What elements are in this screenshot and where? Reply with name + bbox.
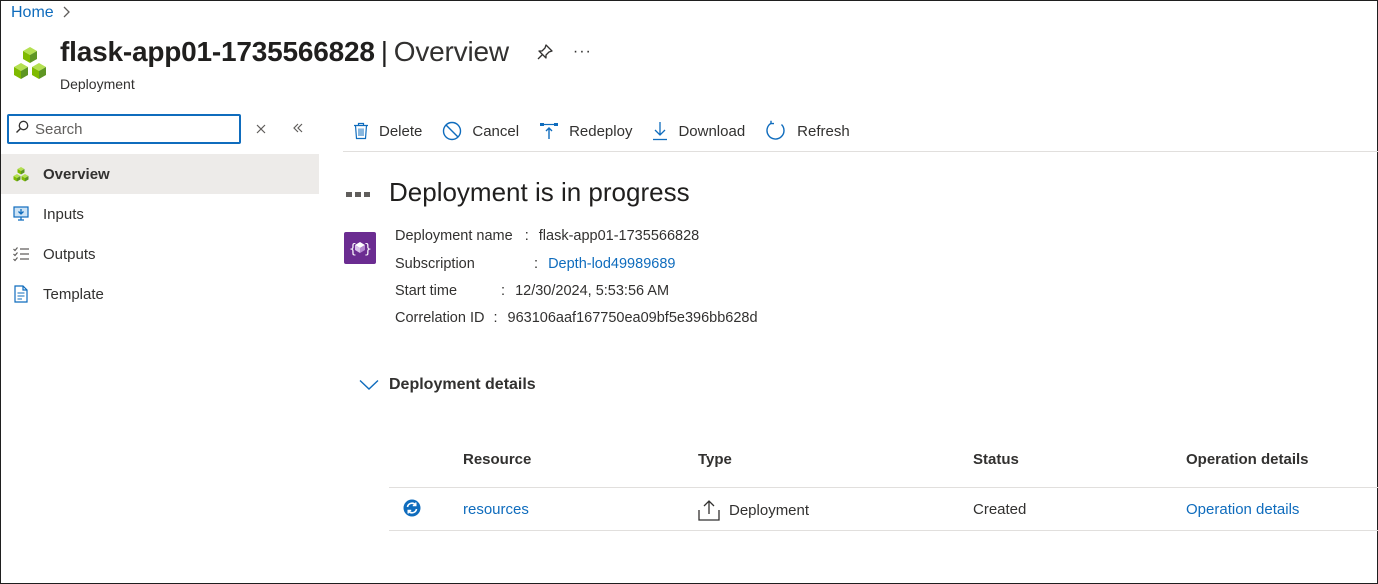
more-options-button[interactable]: ··· xyxy=(573,43,592,61)
title-separator: | xyxy=(380,36,388,67)
toolbar-divider xyxy=(343,151,1378,152)
deployment-name-value: flask-app01-1735566828 xyxy=(538,228,700,244)
column-header-status: Status xyxy=(973,451,1019,468)
page-title: flask-app01-1735566828 | Overview xyxy=(60,36,509,68)
cancel-icon xyxy=(443,121,462,141)
sidebar-nav: Overview Inputs Outputs Template xyxy=(1,154,319,314)
pin-icon[interactable] xyxy=(535,42,555,62)
download-icon xyxy=(653,122,668,141)
search-box xyxy=(7,114,241,144)
outputs-icon xyxy=(11,244,31,264)
info-colon: : xyxy=(493,310,498,326)
status-value: Created xyxy=(973,501,1027,518)
sidebar-item-label: Overview xyxy=(43,165,110,183)
inputs-icon xyxy=(11,204,31,224)
info-start-time-value: : 12/30/2024, 5:53:56 AM xyxy=(501,283,669,299)
table-header-divider xyxy=(389,487,1378,488)
in-progress-dots-icon xyxy=(346,192,370,197)
table-row-divider xyxy=(389,530,1378,531)
delete-label: Delete xyxy=(379,122,423,140)
sidebar-item-outputs[interactable]: Outputs xyxy=(1,234,319,274)
sidebar-item-inputs[interactable]: Inputs xyxy=(1,194,319,234)
sidebar-item-overview[interactable]: Overview xyxy=(1,154,319,194)
redeploy-button[interactable]: Redeploy xyxy=(529,115,642,147)
sidebar-item-label: Outputs xyxy=(43,245,96,263)
deployment-name-label: Deployment name xyxy=(395,228,513,244)
refresh-label: Refresh xyxy=(797,122,850,140)
cubes-icon xyxy=(11,164,31,184)
start-time-value: 12/30/2024, 5:53:56 AM xyxy=(515,283,670,299)
resource-name: flask-app01-1735566828 xyxy=(60,36,375,67)
collapse-sidebar-button[interactable] xyxy=(288,118,308,138)
page-subtitle: Deployment xyxy=(60,76,135,92)
correlation-id-label: Correlation ID xyxy=(395,310,485,326)
refresh-button[interactable]: Refresh xyxy=(755,115,860,147)
deployment-details-title: Deployment details xyxy=(389,376,536,393)
search-icon xyxy=(15,120,29,139)
download-button[interactable]: Download xyxy=(642,115,755,147)
info-correlation-id: Correlation ID : 963106aaf167750ea09bf5e… xyxy=(395,310,758,326)
start-time-label: Start time xyxy=(395,283,458,299)
deployment-template-icon: { } xyxy=(344,232,376,264)
clear-search-button[interactable] xyxy=(252,119,270,139)
sidebar-item-label: Template xyxy=(43,285,104,303)
cancel-button[interactable]: Cancel xyxy=(432,115,529,147)
info-subscription: Subscription xyxy=(395,256,475,272)
correlation-id-value: 963106aaf167750ea09bf5e396bb628d xyxy=(507,310,758,326)
column-header-operation-details: Operation details xyxy=(1186,451,1309,468)
search-input[interactable] xyxy=(35,120,225,138)
type-value: Deployment xyxy=(729,501,810,519)
subscription-label: Subscription xyxy=(395,256,475,272)
download-label: Download xyxy=(678,122,746,140)
double-chevron-left-icon xyxy=(293,123,303,133)
resource-link[interactable]: resources xyxy=(463,501,529,518)
breadcrumb: Home xyxy=(11,4,71,22)
chevron-right-icon xyxy=(62,5,71,22)
column-header-type: Type xyxy=(698,451,732,468)
page-name: Overview xyxy=(393,36,509,67)
sidebar-item-label: Inputs xyxy=(43,205,84,223)
chevron-down-icon xyxy=(359,379,379,390)
template-icon xyxy=(11,284,31,304)
in-progress-status-icon xyxy=(403,499,421,517)
type-cell: Deployment xyxy=(697,498,809,522)
trash-icon xyxy=(354,122,368,140)
info-subscription-value: : Depth-lod49989689 xyxy=(534,256,675,272)
deployment-details-toggle[interactable]: Deployment details xyxy=(359,376,536,394)
redeploy-icon xyxy=(540,123,559,139)
subscription-link[interactable]: Depth-lod49989689 xyxy=(548,256,675,272)
column-header-resource: Resource xyxy=(463,451,532,468)
breadcrumb-home-link[interactable]: Home xyxy=(11,4,54,22)
command-bar: Delete Cancel Redeploy Download Refresh xyxy=(343,113,860,149)
operation-details-link[interactable]: Operation details xyxy=(1186,501,1299,518)
info-colon: : xyxy=(501,283,506,299)
redeploy-label: Redeploy xyxy=(569,122,633,140)
cubes-icon xyxy=(11,45,49,85)
page-header: flask-app01-1735566828 | Overview ··· xyxy=(60,36,592,68)
info-start-time: Start time xyxy=(395,283,457,299)
cancel-label: Cancel xyxy=(472,122,520,140)
refresh-icon xyxy=(766,120,785,140)
info-colon: : xyxy=(524,228,529,244)
delete-button[interactable]: Delete xyxy=(343,115,432,147)
upload-deployment-icon xyxy=(698,500,720,521)
svg-text:}: } xyxy=(364,242,371,257)
info-colon: : xyxy=(534,256,539,272)
info-deployment-name: Deployment name : flask-app01-1735566828 xyxy=(395,228,699,244)
sidebar-item-template[interactable]: Template xyxy=(1,274,319,314)
close-icon xyxy=(256,124,266,134)
deployment-status-title: Deployment is in progress xyxy=(389,177,690,207)
